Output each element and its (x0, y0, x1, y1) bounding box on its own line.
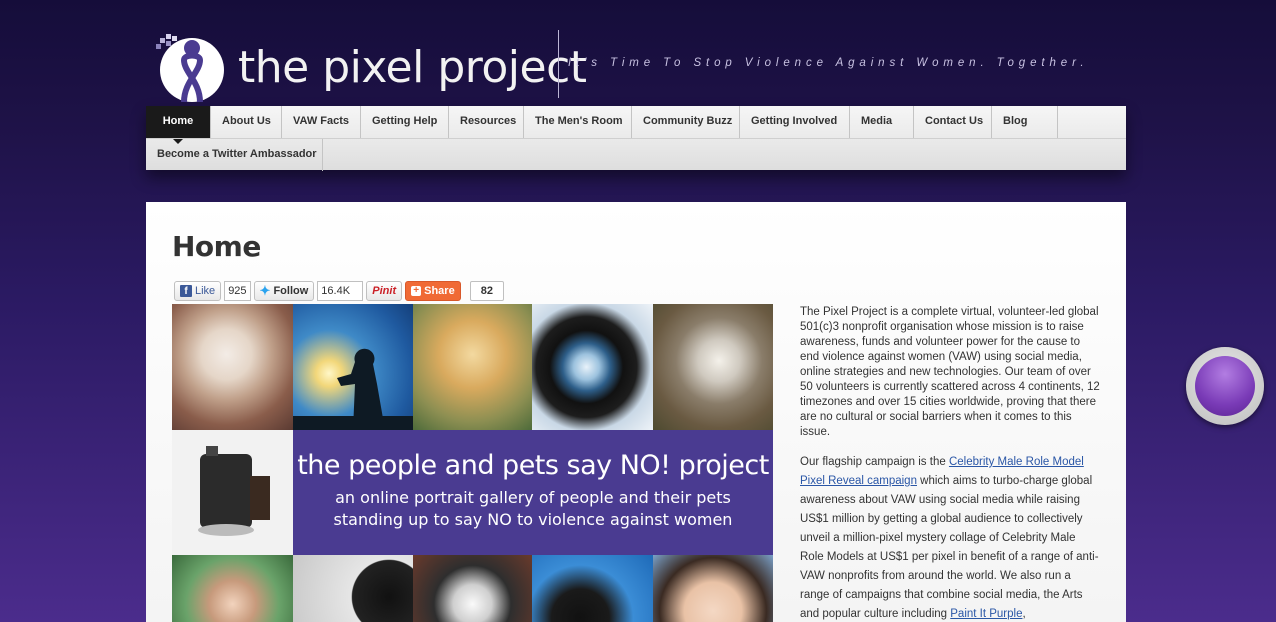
nav-row-secondary: Become a Twitter Ambassador (146, 138, 1126, 171)
twitter-bird-icon: ✦ (259, 283, 271, 298)
share-button[interactable]: + Share (405, 281, 461, 301)
banner-headline: the people and pets say NO! project (297, 450, 769, 481)
pinterest-pin-button[interactable]: Pinit (366, 281, 403, 301)
site-logo-text[interactable]: the pixel project (238, 42, 587, 93)
nav-item-getting-help[interactable]: Getting Help (361, 106, 449, 138)
photo-girl (653, 555, 773, 622)
facebook-like-button[interactable]: f Like (174, 281, 222, 301)
share-plus-icon: + (411, 286, 422, 296)
share-label: Share (424, 285, 455, 297)
nav-item-contact-us[interactable]: Contact Us (914, 106, 992, 138)
photo-woman-dog (172, 555, 293, 622)
photo-camera-lens (532, 304, 653, 430)
photo-lens-dark (293, 555, 413, 622)
silhouette-shape (293, 348, 413, 430)
site-tagline: It's Time To Stop Violence Against Women… (568, 57, 1089, 69)
description-text: , (1022, 608, 1026, 620)
paint-it-purple-link[interactable]: Paint It Purple (950, 608, 1022, 620)
description-text: Our flagship campaign is the (800, 456, 949, 468)
photo-rabbit (413, 555, 532, 622)
page-title: Home (172, 230, 261, 263)
share-count: 82 (469, 281, 504, 301)
banner-subline-2: standing up to say NO to violence agains… (333, 510, 733, 529)
nav-item-blog[interactable]: Blog (992, 106, 1058, 138)
twitter-follow-count: 16.4K fc (317, 281, 364, 301)
pixel-project-logo-icon[interactable] (154, 32, 226, 104)
photo-cat (653, 304, 773, 430)
main-navigation: Home About Us VAW Facts Getting Help Res… (146, 106, 1126, 171)
nav-item-resources[interactable]: Resources (449, 106, 524, 138)
header-divider (558, 30, 559, 98)
photo-film-canister (172, 430, 293, 555)
floating-purple-button[interactable] (1186, 347, 1264, 425)
film-canister-shape (198, 446, 270, 536)
project-description: The Pixel Project is a complete virtual,… (800, 305, 1102, 622)
nav-row-primary: Home About Us VAW Facts Getting Help Res… (146, 106, 1058, 144)
pinterest-pin-label: Pinit (372, 285, 397, 297)
site-header: the pixel project It's Time To Stop Viol… (146, 20, 1126, 106)
photo-silhouette-camera (293, 304, 413, 430)
photo-film-reel (532, 555, 653, 622)
twitter-follow-label: Follow (273, 285, 309, 297)
nav-item-media[interactable]: Media (850, 106, 914, 138)
project-banner[interactable]: the people and pets say NO! project an o… (293, 430, 773, 555)
description-text: which aims to turbo-charge global awaren… (800, 475, 1099, 620)
social-share-bar: f Like 925 ✦ Follow 16.4K fc Pinit + Sha… (174, 281, 504, 301)
nav-item-getting-involved[interactable]: Getting Involved (740, 106, 850, 138)
description-paragraph-2: Our flagship campaign is the Celebrity M… (800, 453, 1102, 622)
nav-item-home[interactable]: Home (146, 106, 211, 144)
twitter-follow-button[interactable]: ✦ Follow (253, 281, 315, 301)
description-paragraph-1: The Pixel Project is a complete virtual,… (800, 306, 1100, 438)
photo-kitten (172, 304, 293, 430)
facebook-like-label: Like (195, 285, 216, 297)
nav-item-about-us[interactable]: About Us (211, 106, 282, 138)
facebook-like-count: 925 (224, 281, 251, 301)
nav-item-community-buzz[interactable]: Community Buzz (632, 106, 740, 138)
purple-orb-icon (1195, 356, 1255, 416)
facebook-icon: f (180, 285, 192, 297)
banner-subline-1: an online portrait gallery of people and… (335, 488, 731, 507)
nav-item-mens-room[interactable]: The Men's Room (524, 106, 632, 138)
nav-item-vaw-facts[interactable]: VAW Facts (282, 106, 361, 138)
portrait-gallery-collage[interactable]: the people and pets say NO! project an o… (172, 304, 773, 622)
photo-golden-retriever (413, 304, 532, 430)
main-content: Home f Like 925 ✦ Follow 16.4K fc Pinit … (146, 202, 1126, 622)
nav-item-twitter-ambassador[interactable]: Become a Twitter Ambassador (146, 139, 323, 171)
